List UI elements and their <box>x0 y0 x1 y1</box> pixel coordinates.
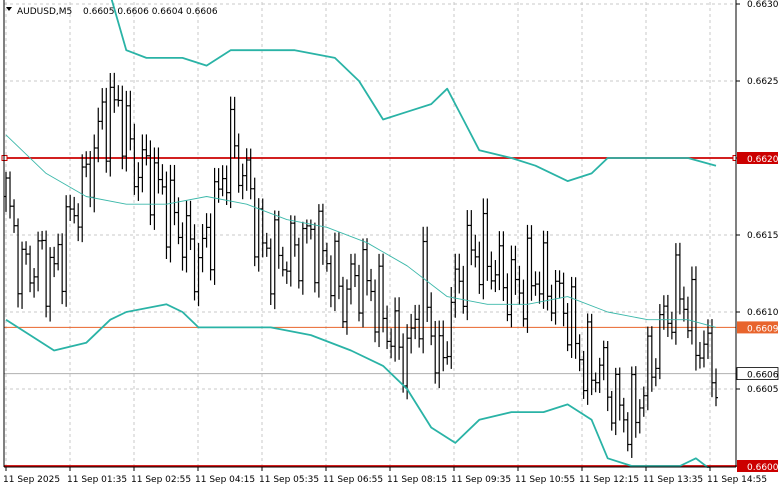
price-tick-label: 0.6605 <box>747 385 779 395</box>
time-tick-label: 11 Sep 05:35 <box>259 475 319 485</box>
time-tick-label: 11 Sep 2025 <box>3 475 60 485</box>
price-scale-panel <box>736 0 781 489</box>
level-price-label: 0.6600 <box>747 463 779 473</box>
price-tick-label: 0.6630 <box>747 0 779 10</box>
time-tick-label: 11 Sep 08:15 <box>387 475 447 485</box>
chart-header: AUDUSD,M5 0.6605 0.6606 0.6604 0.6606 <box>6 7 218 17</box>
current-price-label: 0.6606 <box>747 371 779 381</box>
chart-canvas[interactable]: 0.6630 0.6625 0.6620 0.6615 0.6610 0.6605 0.66… <box>0 0 781 489</box>
price-chart[interactable]: 0.6630 0.6625 0.6620 0.6615 0.6610 0.6605 0.66… <box>0 0 781 489</box>
level-price-label: 0.6620 <box>747 155 779 165</box>
price-tick-label: 0.6625 <box>747 77 779 87</box>
time-tick-label: 11 Sep 06:55 <box>323 475 383 485</box>
time-tick-label: 11 Sep 10:55 <box>515 475 575 485</box>
time-tick-label: 11 Sep 01:35 <box>67 475 127 485</box>
time-tick-label: 11 Sep 14:55 <box>707 475 767 485</box>
time-tick-label: 11 Sep 12:15 <box>579 475 639 485</box>
time-tick-label: 11 Sep 13:35 <box>643 475 703 485</box>
level-price-label: 0.6609 <box>747 324 779 334</box>
time-tick-label: 11 Sep 02:55 <box>131 475 191 485</box>
time-tick-label: 11 Sep 09:35 <box>451 475 511 485</box>
price-tick-label: 0.6615 <box>747 231 779 241</box>
time-tick-label: 11 Sep 04:15 <box>195 475 255 485</box>
price-tick-label: 0.6610 <box>747 308 779 318</box>
symbol-timeframe: AUDUSD,M5 <box>17 7 72 17</box>
ohlc-quotes: 0.6605 0.6606 0.6604 0.6606 <box>83 7 218 17</box>
